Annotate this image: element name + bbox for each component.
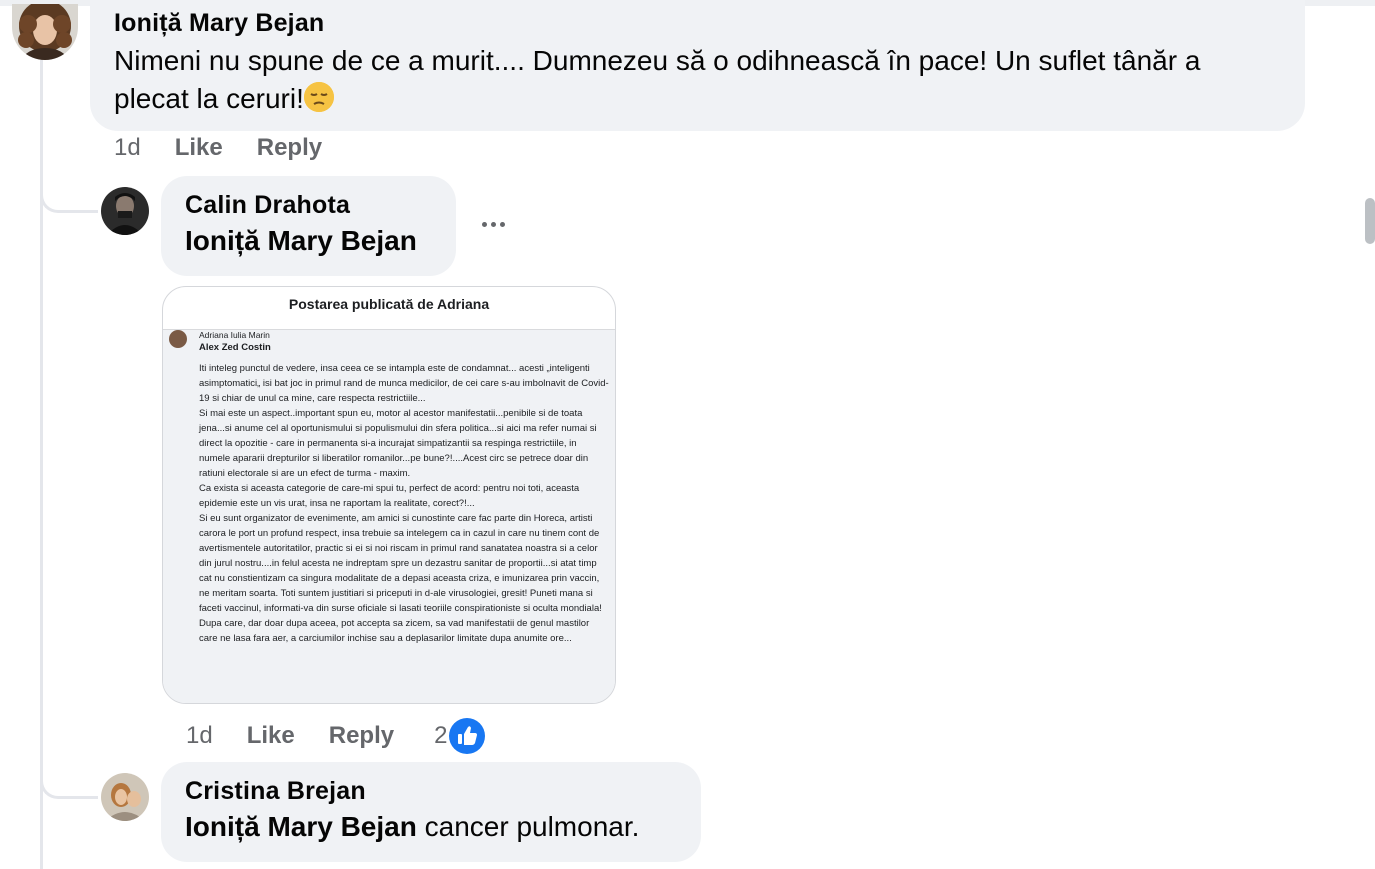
attachment-screenshot[interactable]: Postarea publicată de Adriana Adriana Iu…	[162, 286, 616, 704]
avatar-cristina[interactable]	[101, 773, 149, 821]
reply-bubble-cristina: Cristina Brejan Ioniță Mary Bejan cancer…	[161, 762, 701, 862]
avatar-ionita[interactable]	[12, 4, 78, 60]
comment-author[interactable]: Ioniță Mary Bejan	[114, 4, 1281, 42]
thread-branch	[40, 766, 98, 799]
reply-bubble-calin: Calin Drahota Ioniță Mary Bejan	[161, 176, 456, 276]
reply-author[interactable]: Calin Drahota	[185, 188, 432, 222]
like-reaction-icon[interactable]	[449, 718, 486, 754]
reply-author[interactable]: Cristina Brejan	[185, 774, 677, 808]
reply-button[interactable]: Reply	[257, 134, 322, 162]
reaction-count[interactable]: 2	[434, 722, 447, 750]
reply-text-body: cancer pulmonar.	[416, 811, 640, 842]
post-paragraph: Si eu sunt organizator de evenimente, am…	[199, 513, 602, 644]
comment-bubble: Ioniță Mary Bejan Nimeni nu spune de ce …	[90, 0, 1305, 131]
reply-button[interactable]: Reply	[329, 722, 394, 750]
post-mention: Alex Zed Costin	[199, 342, 271, 353]
post-paragraph: Ca exista si aceasta categorie de care-m…	[199, 483, 580, 509]
attachment-title: Postarea publicată de Adriana	[163, 287, 615, 330]
scrollbar[interactable]	[1365, 198, 1375, 244]
reply-mention[interactable]: Ioniță Mary Bejan	[185, 224, 432, 258]
comment-text: Nimeni nu spune de ce a murit.... Dumnez…	[114, 42, 1281, 118]
post-avatar	[169, 330, 187, 348]
reply-mention[interactable]: Ioniță Mary Bejan	[185, 811, 417, 842]
post-paragraph: Iti inteleg punctul de vedere, insa ceea…	[199, 363, 609, 404]
comment-time[interactable]: 1d	[114, 134, 141, 162]
post-paragraph: Si mai este un aspect..important spun eu…	[199, 408, 597, 479]
like-button[interactable]: Like	[175, 134, 223, 162]
attachment-body: Adriana Iulia Marin Alex Zed Costin Iti …	[163, 330, 615, 703]
avatar-calin[interactable]	[101, 187, 149, 235]
post-author: Adriana Iulia Marin	[199, 330, 270, 340]
comment-actions: 1d Like Reply	[114, 134, 322, 162]
thread-branch	[40, 180, 98, 213]
more-options-icon[interactable]	[482, 222, 505, 227]
pensive-face-icon	[303, 82, 334, 112]
reply-time[interactable]: 1d	[186, 722, 213, 750]
reply-actions: 1d Like Reply 2	[186, 718, 486, 754]
like-button[interactable]: Like	[247, 722, 295, 750]
comment-text-body: Nimeni nu spune de ce a murit.... Dumnez…	[114, 45, 1201, 114]
reply-text: Ioniță Mary Bejan cancer pulmonar.	[185, 810, 677, 844]
